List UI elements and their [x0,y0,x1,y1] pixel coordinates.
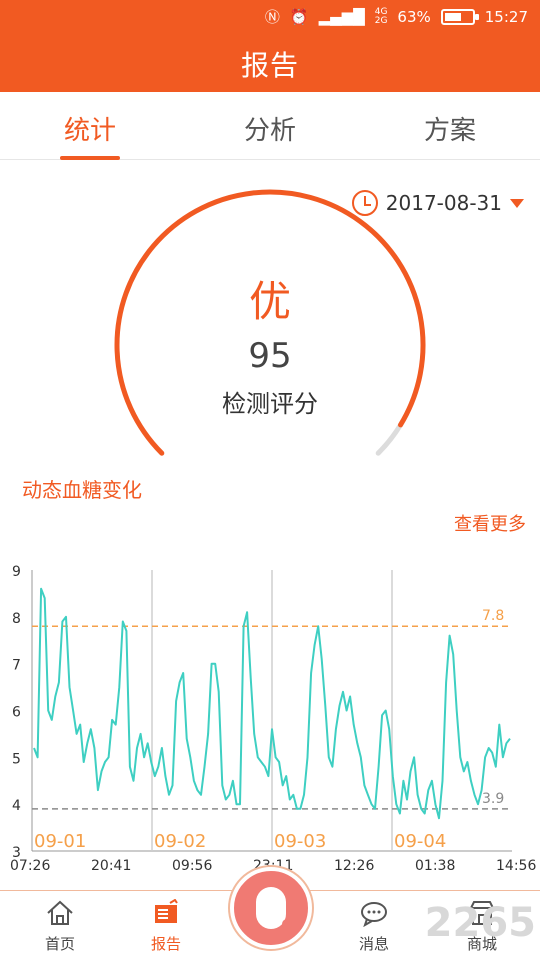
y-tick-label: 7 [12,658,21,674]
nav-home-label: 首页 [44,935,75,953]
bluetooth-device-button[interactable] [230,867,312,949]
gauge-track [375,422,403,456]
message-icon [359,899,389,928]
day-label: 09-01 [34,831,86,852]
dropdown-caret-icon [510,198,524,208]
stopwatch-icon [351,190,378,216]
score-label: 检测评分 [222,390,318,418]
date-value: 2017-08-31 [385,191,502,215]
y-tick-label: 8 [12,611,21,627]
x-tick-label: 20:41 [91,858,131,874]
nav-messages-label: 消息 [358,935,389,953]
bluetooth-icon [282,919,292,929]
view-more-link[interactable]: 查看更多 [454,510,526,536]
watermark-logo: 2265 [424,900,536,946]
x-tick-label: 12:26 [334,858,374,874]
day-label: 09-02 [154,831,206,852]
score-gauge [114,189,426,456]
reference-line-label: 7.8 [482,608,504,624]
home-icon [45,899,75,927]
score-grade: 优 [248,277,291,326]
y-tick-label: 5 [12,751,21,767]
y-tick-label: 4 [12,798,21,814]
glucose-chart: 345678909-01 09-02 09-03 09-047.83.907:26 20… [10,564,536,874]
day-label: 09-03 [274,831,326,852]
bluetooth-device-icon [256,887,292,929]
section-title: 动态血糖变化 [22,478,142,502]
y-tick-label: 9 [12,564,21,580]
reference-line-label: 3.9 [482,791,504,807]
nav-report[interactable]: 报告 [116,898,216,954]
date-selector[interactable]: 2017-08-31 [351,190,524,216]
report-icon [151,898,181,927]
y-tick-label: 6 [12,705,21,721]
nav-report-label: 报告 [150,935,181,953]
x-tick-label: 01:38 [415,858,455,874]
x-tick-label: 07:26 [10,858,50,874]
score-value: 95 [248,336,292,376]
x-tick-label: 09:56 [172,858,212,874]
nav-messages[interactable]: 消息 [324,899,424,954]
x-tick-label: 14:56 [496,858,536,874]
day-label: 09-04 [394,831,446,852]
nav-home[interactable]: 首页 [10,899,110,954]
